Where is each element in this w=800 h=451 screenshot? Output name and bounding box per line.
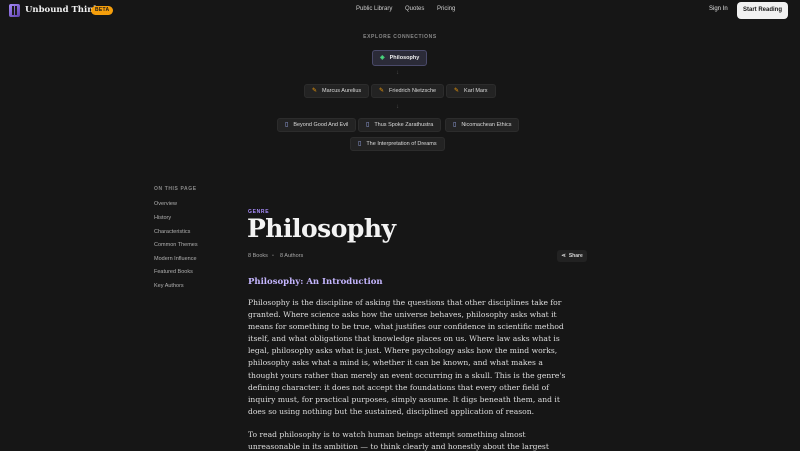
second-paragraph: To read philosophy is to watch human bei… [248, 430, 549, 451]
book-node-label: Thus Spoke Zarathustra [374, 122, 434, 128]
book-icon: ▯ [358, 141, 362, 147]
connector-arrow: ↓ [396, 104, 399, 110]
genre-node-label: Philosophy [389, 55, 420, 61]
book-node-label: The Interpretation of Dreams [366, 141, 437, 147]
book-node-beyond-good-and-evil[interactable]: ▯ Beyond Good And Evil [277, 118, 357, 132]
authors-count: 8 Authors [280, 253, 304, 259]
author-node-label: Karl Marx [464, 88, 488, 94]
top-nav: Unbound Thinker BETA Public Library Quot… [0, 0, 800, 22]
intro-paragraph: Philosophy is the discipline of asking t… [248, 298, 566, 416]
toc-item-modern-influence[interactable]: Modern Influence [154, 256, 197, 262]
toc-item-history[interactable]: History [154, 215, 171, 221]
page-title: Philosophy [247, 214, 396, 243]
quill-icon: ✎ [454, 88, 460, 94]
book-icon: ▯ [366, 122, 370, 128]
book-node-label: Beyond Good And Evil [293, 122, 349, 128]
explore-title: EXPLORE CONNECTIONS [363, 34, 437, 40]
genre-node-philosophy[interactable]: ◈ Philosophy [372, 50, 428, 66]
nav-public-library[interactable]: Public Library [356, 6, 392, 12]
quill-icon: ✎ [312, 88, 318, 94]
share-icon: ⋖ [561, 253, 566, 259]
book-icon: ▯ [453, 122, 457, 128]
book-node-label: Nicomachean Ethics [461, 122, 512, 128]
share-button[interactable]: ⋖ Share [557, 250, 587, 262]
connector-arrow: ↓ [396, 70, 399, 76]
author-node-marcus-aurelius[interactable]: ✎ Marcus Aurelius [304, 84, 370, 98]
book-node-interpretation-of-dreams[interactable]: ▯ The Interpretation of Dreams [350, 137, 445, 151]
logo-icon[interactable] [9, 4, 20, 17]
author-node-label: Friedrich Nietzsche [389, 88, 437, 94]
toc-item-common-themes[interactable]: Common Themes [154, 242, 198, 248]
toc-item-characteristics[interactable]: Characteristics [154, 229, 190, 235]
book-icon: ▯ [285, 122, 289, 128]
author-node-label: Marcus Aurelius [322, 88, 362, 94]
quill-icon: ✎ [379, 88, 385, 94]
toc-item-key-authors[interactable]: Key Authors [154, 283, 184, 289]
tag-icon: ◈ [380, 55, 385, 61]
books-count: 8 Books [248, 253, 268, 259]
book-node-nicomachean-ethics[interactable]: ▯ Nicomachean Ethics [445, 118, 520, 132]
share-label: Share [568, 253, 583, 259]
toc-item-featured-books[interactable]: Featured Books [154, 269, 193, 275]
nav-pricing[interactable]: Pricing [437, 6, 455, 12]
toc-item-overview[interactable]: Overview [154, 201, 177, 207]
sign-in-link[interactable]: Sign In [709, 6, 728, 12]
author-node-friedrich-nietzsche[interactable]: ✎ Friedrich Nietzsche [371, 84, 445, 98]
author-node-karl-marx[interactable]: ✎ Karl Marx [446, 84, 496, 98]
nav-quotes[interactable]: Quotes [405, 6, 424, 12]
section-heading: Philosophy: An Introduction [248, 277, 383, 287]
book-node-thus-spoke-zarathustra[interactable]: ▯ Thus Spoke Zarathustra [358, 118, 442, 132]
start-reading-button[interactable]: Start Reading [737, 2, 788, 19]
toc-title: ON THIS PAGE [154, 186, 197, 192]
meta-separator: • [272, 253, 274, 259]
beta-badge: BETA [91, 6, 114, 15]
